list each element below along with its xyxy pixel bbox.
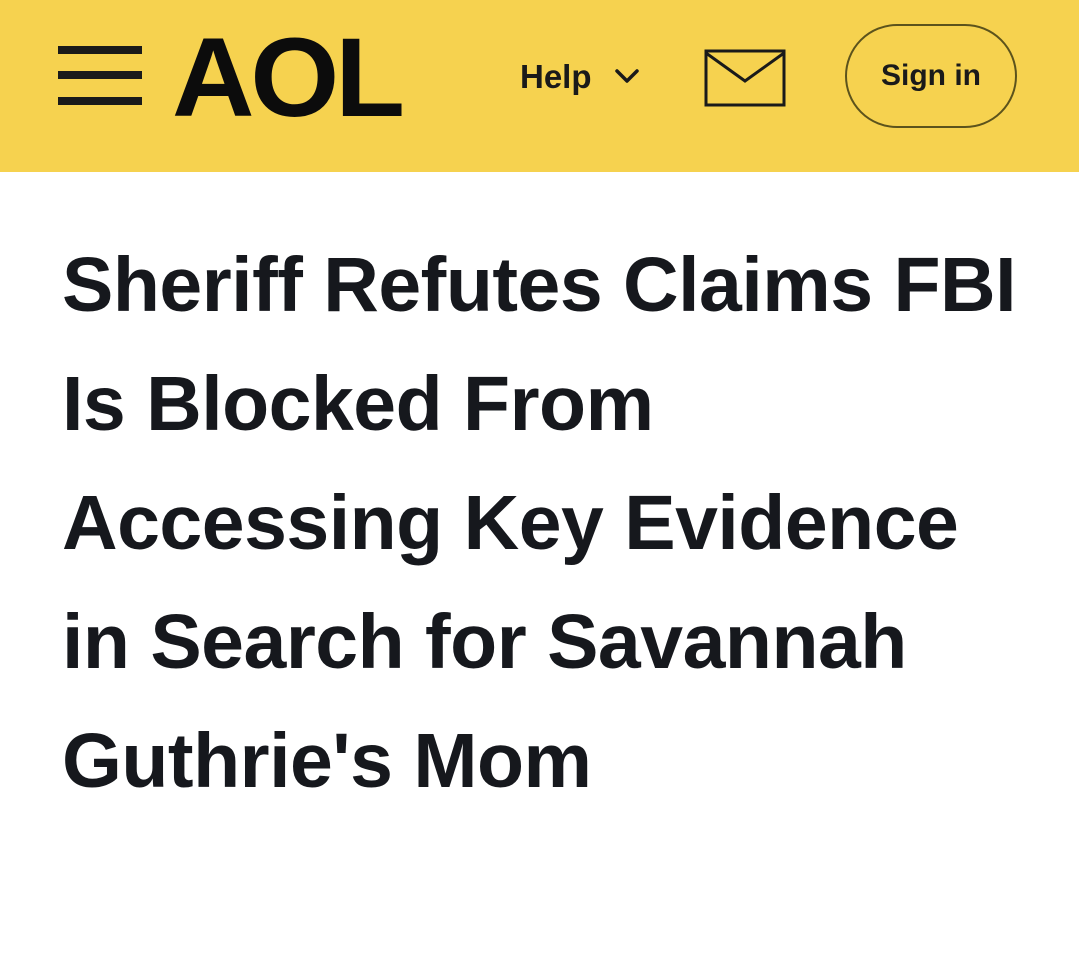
- menu-bar-line: [58, 97, 142, 105]
- aol-logo[interactable]: AOL: [172, 22, 405, 134]
- sign-in-button[interactable]: Sign in: [845, 24, 1017, 128]
- menu-bar-line: [58, 46, 142, 54]
- chevron-down-icon: [614, 69, 639, 83]
- hamburger-menu-icon[interactable]: [58, 46, 142, 108]
- help-label: Help: [520, 58, 592, 95]
- help-dropdown[interactable]: Help: [520, 52, 640, 102]
- top-header-bar: AOL Help Sign in: [0, 0, 1079, 172]
- menu-bar-line: [58, 71, 142, 79]
- article-headline: Sheriff Refutes Claims FBI Is Blocked Fr…: [62, 242, 1016, 804]
- envelope-icon[interactable]: [704, 49, 786, 107]
